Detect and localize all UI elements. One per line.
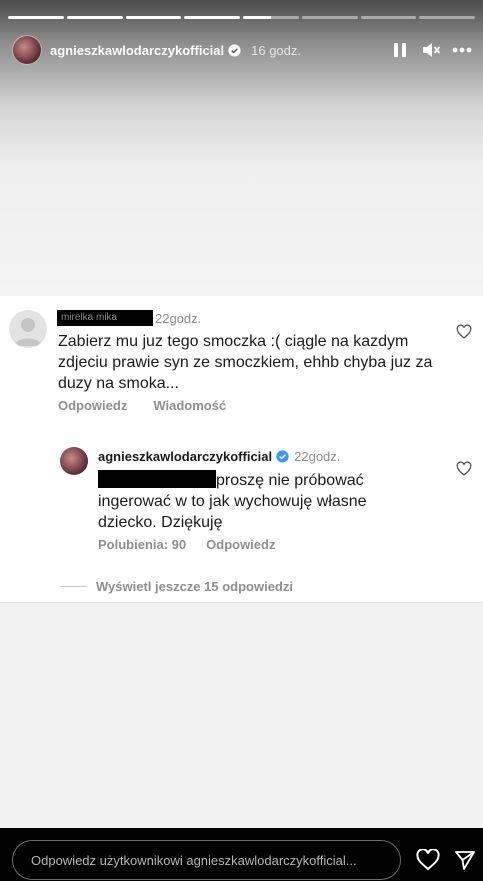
comment-header: mirelka mika 22godz. <box>57 310 201 326</box>
story-progress-fill <box>243 16 271 19</box>
reply-button[interactable]: Odpowiedz <box>206 537 275 552</box>
story-progress-segment <box>66 16 123 19</box>
story-progress-fill <box>8 16 64 19</box>
view-more-replies-label: Wyświetl jeszcze 15 odpowiedzi <box>96 579 293 594</box>
reply-button[interactable]: Odpowiedz <box>58 398 127 413</box>
story-progress-segment <box>360 16 417 19</box>
divider-line <box>60 586 87 587</box>
reply-like-heart-icon[interactable] <box>456 461 472 477</box>
redacted-mention <box>98 470 216 488</box>
reply-avatar[interactable] <box>60 447 88 475</box>
view-more-replies[interactable]: Wyświetl jeszcze 15 odpowiedzi <box>60 579 293 594</box>
story-reply-input[interactable] <box>12 840 401 880</box>
story-progress-fill <box>125 16 182 19</box>
story-progress-segment <box>125 16 182 19</box>
story-reply-bar <box>0 828 483 881</box>
more-options-icon[interactable] <box>451 39 473 61</box>
story-header: agnieszkawlodarczykofficial 16 godz. <box>12 34 473 66</box>
story-username[interactable]: agnieszkawlodarczykofficial <box>50 43 224 58</box>
story-progress-bar <box>8 16 475 19</box>
story-progress-segment <box>184 16 240 19</box>
likes-count[interactable]: Polubienia: 90 <box>98 537 186 552</box>
story-progress-fill <box>184 16 240 19</box>
message-button[interactable]: Wiadomość <box>153 398 226 413</box>
heart-icon[interactable] <box>416 848 440 872</box>
send-icon[interactable] <box>453 848 477 872</box>
story-progress-segment <box>301 16 358 19</box>
shared-comment-card: mirelka mika 22godz. Zabierz mu juz tego… <box>0 296 483 603</box>
reply-time: 22godz. <box>294 449 341 464</box>
story-progress-segment <box>8 16 64 19</box>
pause-icon[interactable] <box>389 39 411 61</box>
reply-actions: Polubienia: 90 Odpowiedz <box>98 537 275 552</box>
story-progress-fill <box>66 16 123 19</box>
reply-header: agnieszkawlodarczykofficial 22godz. <box>98 449 340 464</box>
comment-time: 22godz. <box>155 310 202 326</box>
commenter-avatar[interactable] <box>9 310 47 348</box>
mute-icon[interactable] <box>420 39 442 61</box>
story-progress-segment <box>419 16 475 19</box>
story-time: 16 godz. <box>251 42 301 58</box>
comment-text: Zabierz mu juz tego smoczka :( ciągle na… <box>58 333 433 392</box>
verified-badge-icon <box>228 43 241 57</box>
verified-badge-icon <box>276 450 289 463</box>
reply-text-block: proszę nie próbować ingerować w to jak w… <box>98 470 428 533</box>
story-progress-segment <box>243 16 299 19</box>
reply-username[interactable]: agnieszkawlodarczykofficial <box>98 449 272 464</box>
avatar[interactable] <box>12 35 42 65</box>
redacted-username: mirelka mika <box>57 310 153 326</box>
comment-actions: Odpowiedz Wiadomość <box>58 398 226 413</box>
story-viewer: agnieszkawlodarczykofficial 16 godz. mir… <box>0 0 483 881</box>
comment-like-heart-icon[interactable] <box>456 324 472 340</box>
